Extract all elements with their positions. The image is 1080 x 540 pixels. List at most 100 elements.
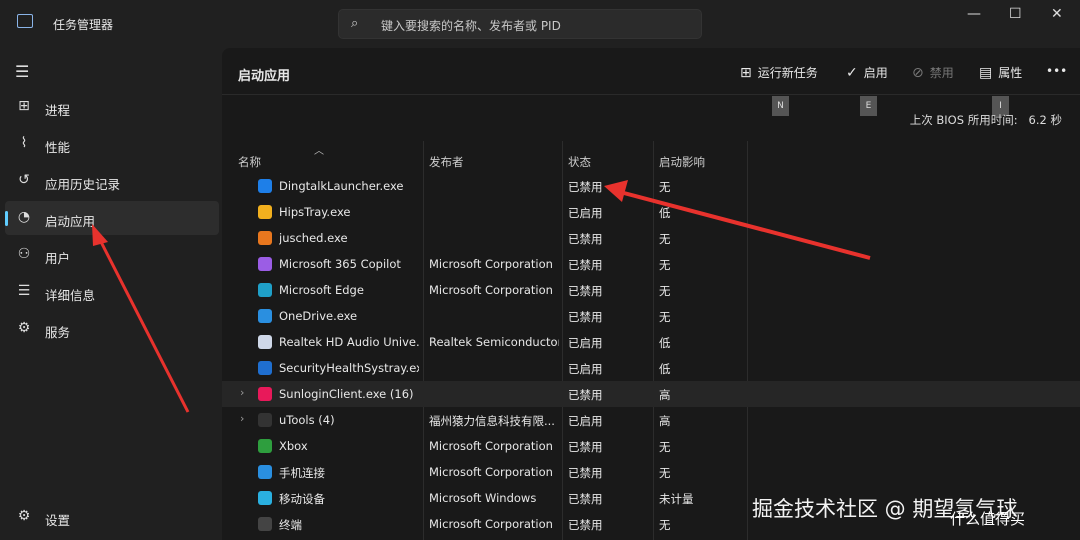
row-status: 已禁用 <box>568 388 603 402</box>
sidebar-item-label: 用户 <box>45 251 71 266</box>
row-publisher: Realtek Semiconductor <box>429 335 559 349</box>
row-name: HipsTray.exe <box>279 205 351 219</box>
sidebar-item-label: 进程 <box>45 103 71 118</box>
column-header-name[interactable]: 名称 <box>238 154 261 170</box>
sidebar-item-startup[interactable]: ◔ 启动应用 <box>5 201 219 235</box>
properties-button[interactable]: ▤ 属性 <box>979 64 1022 81</box>
bios-time: 上次 BIOS 所用时间: 6.2 秒 <box>910 112 1062 128</box>
sidebar-item-settings[interactable]: ⚙ 设置 <box>5 500 219 534</box>
row-publisher: Microsoft Corporation <box>429 517 553 531</box>
column-header-impact[interactable]: 启动影响 <box>659 154 705 170</box>
app-icon <box>258 179 272 193</box>
row-status: 已启用 <box>568 206 603 220</box>
row-status: 已禁用 <box>568 310 603 324</box>
title-bar: 任务管理器 ⌕ 键入要搜索的名称、发布者或 PID — ☐ ✕ <box>0 0 1080 48</box>
table-row[interactable]: DingtalkLauncher.exe 已禁用 无 <box>222 173 1080 199</box>
disable-label: 禁用 <box>929 66 954 80</box>
sidebar-item-services[interactable]: ⚙ 服务 <box>5 312 219 346</box>
active-indicator <box>5 211 8 226</box>
history-icon: ↺ <box>18 172 30 188</box>
row-name: 移动设备 <box>279 492 325 506</box>
sidebar-item-label: 服务 <box>45 325 71 340</box>
app-icon <box>258 413 272 427</box>
row-name: Microsoft Edge <box>279 283 364 297</box>
row-status: 已启用 <box>568 414 603 428</box>
row-impact: 无 <box>659 440 671 454</box>
app-icon <box>258 309 272 323</box>
menu-icon[interactable]: ☰ <box>15 62 29 81</box>
row-impact: 未计量 <box>659 492 694 506</box>
smzdm-logo: 什么值得买 <box>950 510 1026 528</box>
row-publisher: 福州猿力信息科技有限... <box>429 414 555 428</box>
row-status: 已禁用 <box>568 518 603 532</box>
sidebar-item-history[interactable]: ↺ 应用历史记录 <box>5 164 219 198</box>
table-row[interactable]: Microsoft 365 Copilot Microsoft Corporati… <box>222 251 1080 277</box>
services-icon: ⚙ <box>17 320 31 336</box>
sidebar-item-performance[interactable]: ⌇ 性能 <box>5 127 219 161</box>
row-impact: 无 <box>659 232 671 246</box>
row-impact: 无 <box>659 284 671 298</box>
app-icon <box>258 283 272 297</box>
row-name: SecurityHealthSystray.exe <box>279 361 419 375</box>
disable-button[interactable]: ⊘ 禁用 <box>912 64 954 81</box>
table-row[interactable]: › SunloginClient.exe (16) 已禁用 高 <box>222 381 1080 407</box>
enable-button[interactable]: ✓ 启用 <box>846 64 888 81</box>
users-icon: ⚇ <box>17 246 31 262</box>
search-input[interactable]: ⌕ 键入要搜索的名称、发布者或 PID <box>338 9 702 39</box>
row-name: SunloginClient.exe (16) <box>279 387 414 401</box>
sidebar-item-label: 设置 <box>45 513 71 528</box>
app-icon <box>258 387 272 401</box>
more-button[interactable]: ••• <box>1046 64 1067 78</box>
key-chip: N <box>772 96 789 116</box>
table-row[interactable]: Microsoft Edge Microsoft Corporation 已禁用 无 <box>222 277 1080 303</box>
row-name: DingtalkLauncher.exe <box>279 179 404 193</box>
sidebar-item-details[interactable]: ☰ 详细信息 <box>5 275 219 309</box>
table-row[interactable]: OneDrive.exe 已禁用 无 <box>222 303 1080 329</box>
sidebar-item-users[interactable]: ⚇ 用户 <box>5 238 219 272</box>
app-icon <box>258 205 272 219</box>
details-icon: ☰ <box>17 283 31 299</box>
row-publisher: Microsoft Corporation <box>429 283 553 297</box>
sidebar: ☰ ⊞ 进程 ⌇ 性能 ↺ 应用历史记录 ◔ 启动应用 ⚇ 用户 ☰ 详细信息 ⚙ 服务 ⚙ 设置 <box>0 48 222 540</box>
column-header-publisher[interactable]: 发布者 <box>429 154 464 170</box>
row-status: 已禁用 <box>568 284 603 298</box>
minimize-button[interactable]: — <box>967 6 981 22</box>
table-row[interactable]: HipsTray.exe 已启用 低 <box>222 199 1080 225</box>
divider <box>222 94 1080 95</box>
maximize-button[interactable]: ☐ <box>1009 6 1022 22</box>
chevron-right-icon[interactable]: › <box>240 412 244 425</box>
search-icon: ⌕ <box>351 16 359 31</box>
app-icon <box>258 361 272 375</box>
row-impact: 无 <box>659 180 671 194</box>
table-row[interactable]: › uTools (4) 福州猿力信息科技有限... 已启用 高 <box>222 407 1080 433</box>
app-icon <box>258 257 272 271</box>
app-icon <box>258 465 272 479</box>
check-icon: ✓ <box>846 64 858 81</box>
row-name: 手机连接 <box>279 466 325 480</box>
table-row[interactable]: Xbox Microsoft Corporation 已禁用 无 <box>222 433 1080 459</box>
page-title: 启动应用 <box>238 69 291 84</box>
block-icon: ⊘ <box>912 64 924 81</box>
column-header-status[interactable]: 状态 <box>568 154 591 170</box>
table-row[interactable]: jusched.exe 已禁用 无 <box>222 225 1080 251</box>
row-status: 已禁用 <box>568 180 603 194</box>
search-placeholder: 键入要搜索的名称、发布者或 PID <box>381 19 561 33</box>
app-title: 任务管理器 <box>53 18 114 32</box>
table-row[interactable]: 手机连接 Microsoft Corporation 已禁用 无 <box>222 459 1080 485</box>
table-row[interactable]: SecurityHealthSystray.exe 已启用 低 <box>222 355 1080 381</box>
row-status: 已禁用 <box>568 466 603 480</box>
row-impact: 无 <box>659 518 671 532</box>
run-new-task-button[interactable]: ⊞ 运行新任务 <box>740 64 818 81</box>
row-impact: 低 <box>659 362 671 376</box>
bios-value: 6.2 秒 <box>1028 113 1062 127</box>
enable-label: 启用 <box>863 66 888 80</box>
table-row[interactable]: Realtek HD Audio Unive... Realtek Semicon… <box>222 329 1080 355</box>
task-manager-icon <box>17 14 33 28</box>
sidebar-item-processes[interactable]: ⊞ 进程 <box>5 90 219 124</box>
close-button[interactable]: ✕ <box>1051 6 1063 22</box>
chevron-right-icon[interactable]: › <box>240 386 244 399</box>
sidebar-item-label: 启动应用 <box>45 214 96 229</box>
bios-label: 上次 BIOS 所用时间: <box>909 113 1018 127</box>
processes-icon: ⊞ <box>18 98 30 114</box>
row-name: Realtek HD Audio Unive... <box>279 335 419 349</box>
